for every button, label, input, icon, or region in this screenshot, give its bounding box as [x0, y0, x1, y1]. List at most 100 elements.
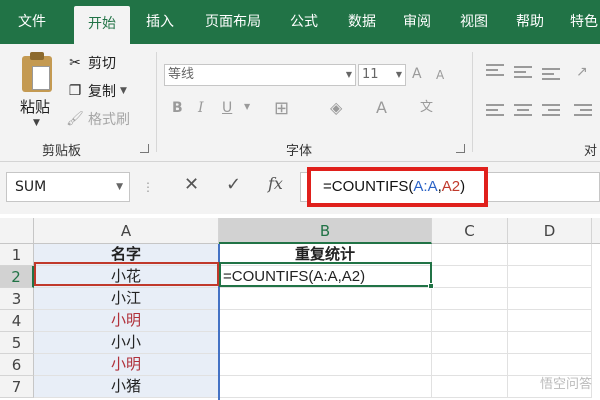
select-all-corner[interactable] [0, 218, 34, 244]
row-header-7[interactable]: 7 [0, 376, 34, 398]
tab-view[interactable]: 视图 [448, 0, 500, 44]
cell-a2[interactable]: 小花 [34, 266, 219, 288]
cell-d2[interactable] [508, 266, 592, 288]
format-painter-label: 格式刷 [88, 112, 130, 128]
font-color-button[interactable]: A [376, 98, 387, 117]
tab-file[interactable]: 文件 [6, 0, 58, 44]
cell-d4[interactable] [508, 310, 592, 332]
row-header-6[interactable]: 6 [0, 354, 34, 376]
font-group-label: 字体 [286, 144, 313, 159]
brush-icon: 🖌 [66, 111, 84, 127]
align-right-icon[interactable] [542, 104, 560, 119]
cut-button[interactable]: ✂ 剪切 [66, 52, 116, 74]
cell-c6[interactable] [432, 354, 508, 376]
align-top-icon[interactable] [486, 64, 504, 79]
cell-a6[interactable]: 小明 [34, 354, 219, 376]
tab-page-layout[interactable]: 页面布局 [196, 0, 270, 44]
cell-c4[interactable] [432, 310, 508, 332]
column-header-b[interactable]: B [219, 218, 432, 244]
cell-c3[interactable] [432, 288, 508, 310]
cell-a5[interactable]: 小小 [34, 332, 219, 354]
cell-a4[interactable]: 小明 [34, 310, 219, 332]
paste-icon[interactable] [22, 52, 52, 92]
cell-a1[interactable]: 名字 [34, 244, 219, 266]
cell-a3[interactable]: 小江 [34, 288, 219, 310]
row-header-5[interactable]: 5 [0, 332, 34, 354]
formula-highlight-box: =COUNTIFS(A:A,A2) [307, 167, 488, 207]
cell-b1[interactable]: 重复统计 [219, 244, 432, 266]
tab-help[interactable]: 帮助 [504, 0, 556, 44]
formula-prefix: =COUNTIFS( [323, 178, 414, 195]
column-header-a[interactable]: A [34, 218, 219, 244]
font-launcher-icon[interactable] [456, 144, 465, 153]
formula-input[interactable]: =COUNTIFS(A:A,A2) [323, 178, 465, 195]
font-family-select[interactable]: 等线 ▼ [164, 64, 356, 86]
tab-special[interactable]: 特色 [562, 0, 600, 44]
column-header-d[interactable]: D [508, 218, 592, 244]
cell-c2[interactable] [432, 266, 508, 288]
cut-label: 剪切 [88, 56, 116, 72]
watermark-logo: 悟空问答 [539, 377, 592, 392]
grow-font-button[interactable]: A [412, 66, 422, 82]
copy-icon: ❐ [68, 83, 82, 99]
cell-b3[interactable] [219, 288, 432, 310]
cell-b4[interactable] [219, 310, 432, 332]
enter-check-icon[interactable]: ✓ [226, 174, 241, 195]
copy-dropdown-icon[interactable]: ▼ [120, 86, 127, 96]
copy-button[interactable]: ❐ 复制 ▼ [66, 80, 127, 102]
formula-bar: SUM ▼ ⋮ ✕ ✓ fx =COUNTIFS(A:A,A2) [0, 162, 600, 214]
cell-b7[interactable] [219, 376, 432, 398]
tab-review[interactable]: 审阅 [392, 0, 442, 44]
cell-c5[interactable] [432, 332, 508, 354]
clipboard-group-label: 剪贴板 [42, 144, 82, 159]
shrink-font-button[interactable]: A [436, 68, 444, 82]
align-bottom-icon[interactable] [542, 68, 560, 83]
row-header-1[interactable]: 1 [0, 244, 34, 266]
group-divider [472, 52, 473, 152]
cell-c7[interactable] [432, 376, 508, 398]
cell-b2[interactable]: =COUNTIFS(A:A,A2) [219, 266, 432, 288]
indent-icon[interactable] [574, 104, 592, 119]
bold-button[interactable]: B [172, 100, 183, 116]
underline-button[interactable]: U [222, 100, 232, 116]
cell-d3[interactable] [508, 288, 592, 310]
cell-d1[interactable] [508, 244, 592, 266]
font-family-value: 等线 [168, 67, 195, 82]
row-header-3[interactable]: 3 [0, 288, 34, 310]
formula-range-ref: A:A [413, 178, 438, 195]
align-middle-icon[interactable] [514, 66, 532, 81]
tab-formulas[interactable]: 公式 [278, 0, 330, 44]
font-size-value: 11 [362, 67, 379, 82]
cell-c1[interactable] [432, 244, 508, 266]
italic-button[interactable]: I [198, 100, 204, 116]
tab-data[interactable]: 数据 [336, 0, 388, 44]
column-header-e[interactable] [592, 218, 600, 244]
phonetic-icon[interactable]: 文 [420, 96, 433, 115]
column-header-c[interactable]: C [432, 218, 508, 244]
row-header-2[interactable]: 2 [0, 266, 34, 288]
cell-b5[interactable] [219, 332, 432, 354]
formula-bar-buttons: ✕ ✓ fx [140, 172, 300, 202]
cell-d5[interactable] [508, 332, 592, 354]
paste-dropdown-icon[interactable]: ▼ [33, 118, 40, 128]
cell-b6[interactable] [219, 354, 432, 376]
font-size-select[interactable]: 11 ▼ [358, 64, 406, 86]
tab-home[interactable]: 开始 [74, 6, 130, 44]
format-painter-button[interactable]: 🖌 格式刷 [66, 108, 130, 130]
tab-insert[interactable]: 插入 [134, 0, 186, 44]
paste-button-label[interactable]: 粘贴 [20, 96, 50, 117]
name-box[interactable]: SUM ▼ [6, 172, 130, 202]
fill-color-icon[interactable]: ◈ [330, 98, 342, 117]
insert-function-button[interactable]: fx [268, 174, 283, 193]
row-header-4[interactable]: 4 [0, 310, 34, 332]
align-left-icon[interactable] [486, 104, 504, 119]
chevron-down-icon: ▼ [116, 182, 123, 192]
cell-a7[interactable]: 小猪 [34, 376, 219, 398]
orientation-icon[interactable]: ↗ [576, 64, 588, 80]
cancel-icon[interactable]: ✕ [184, 174, 199, 195]
underline-dropdown-icon[interactable]: ▼ [244, 102, 250, 111]
borders-icon[interactable]: ⊞ [274, 98, 289, 119]
align-center-icon[interactable] [514, 104, 532, 119]
clipboard-launcher-icon[interactable] [140, 144, 149, 153]
range-highlight-border [218, 244, 220, 400]
